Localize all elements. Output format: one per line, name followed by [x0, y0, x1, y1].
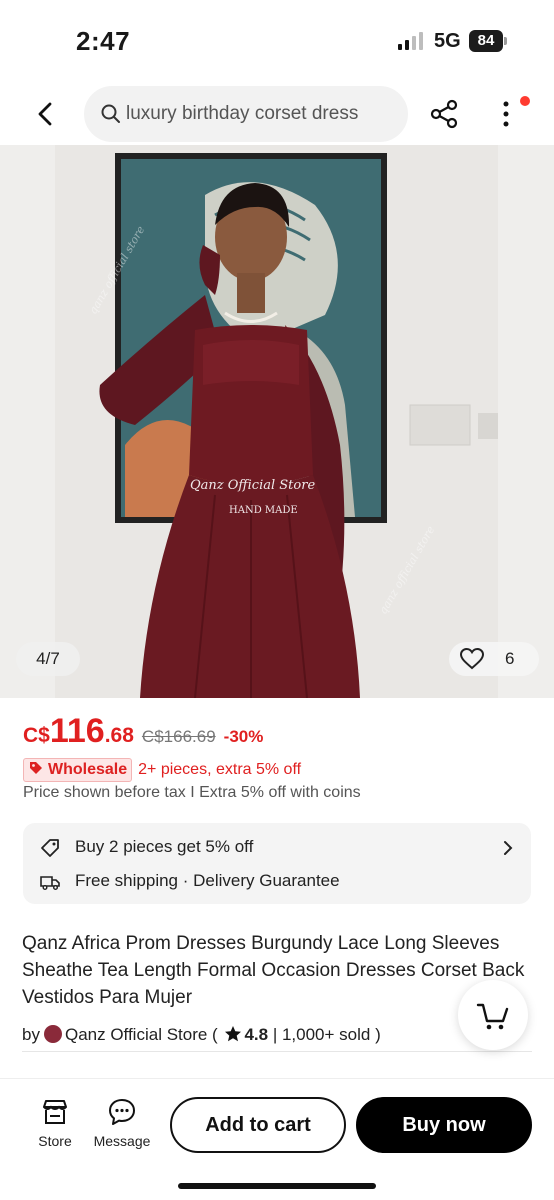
- wholesale-badge: Wholesale: [23, 758, 133, 782]
- original-price: C$166.69: [141, 727, 216, 746]
- rating-value: 4.8: [244, 1025, 269, 1044]
- store-icon: [43, 1100, 67, 1124]
- image-counter: 4/7: [16, 642, 80, 676]
- search-icon: [101, 104, 120, 123]
- tax-note: Price shown before tax I Extra 5% off wi…: [23, 784, 361, 801]
- signal-icon: [398, 32, 423, 50]
- star-icon: [225, 1026, 242, 1042]
- product-photo[interactable]: Qanz Official Store HAND MADE qanz offic…: [55, 145, 498, 698]
- product-gallery[interactable]: Qanz Official Store HAND MADE qanz offic…: [0, 145, 554, 698]
- message-tab[interactable]: Message: [92, 1097, 152, 1153]
- promo-offer-text: Buy 2 pieces get 5% off: [75, 837, 254, 856]
- cart-icon: [476, 1003, 509, 1030]
- like-count: 6: [505, 649, 515, 668]
- price-row: C$116.68 C$166.69 -30%: [23, 712, 543, 754]
- more-options-icon[interactable]: [494, 96, 518, 132]
- network-type: 5G: [434, 30, 461, 52]
- watermark-store: Qanz Official Store: [190, 478, 315, 493]
- sold-count: | 1,000+ sold ): [272, 1025, 381, 1044]
- store-tab-label: Store: [38, 1133, 72, 1149]
- tag-icon: [41, 839, 59, 857]
- store-name[interactable]: Qanz Official Store (: [65, 1025, 218, 1044]
- wholesale-row[interactable]: Wholesale 2+ pieces, extra 5% off: [23, 758, 543, 782]
- discount-badge: -30%: [223, 727, 264, 746]
- back-arrow-icon[interactable]: [30, 98, 62, 130]
- shipping-text: Free shipping · Delivery Guarantee: [75, 871, 340, 890]
- store-tab[interactable]: Store: [30, 1097, 80, 1153]
- shipping-row[interactable]: Free shipping · Delivery Guarantee: [39, 869, 519, 895]
- search-bar[interactable]: luxury birthday corset dress: [84, 86, 408, 142]
- home-indicator: [178, 1183, 376, 1189]
- store-logo-icon: [43, 1025, 62, 1043]
- share-icon[interactable]: [428, 98, 460, 130]
- bottom-action-bar: Store Message Add to cart Buy now: [0, 1078, 554, 1200]
- price-integer: 116: [49, 712, 105, 750]
- message-tab-label: Message: [93, 1133, 151, 1149]
- message-icon: [109, 1099, 135, 1125]
- promo-offer-row[interactable]: Buy 2 pieces get 5% off: [39, 835, 519, 861]
- product-photo-illustration: Qanz Official Store HAND MADE qanz offic…: [55, 145, 498, 698]
- floating-cart-button[interactable]: [458, 980, 528, 1050]
- add-to-cart-button[interactable]: Add to cart: [170, 1097, 346, 1153]
- battery-level: 84: [469, 30, 503, 52]
- status-time: 2:47: [76, 26, 131, 56]
- top-nav: luxury birthday corset dress: [0, 84, 554, 144]
- price-decimal: .68: [104, 724, 134, 747]
- tag-icon: [30, 762, 42, 774]
- promo-card[interactable]: Buy 2 pieces get 5% off Free shipping · …: [23, 823, 531, 904]
- truck-icon: [40, 876, 60, 890]
- wishlist-button[interactable]: 6: [449, 642, 539, 676]
- by-label: by: [22, 1025, 40, 1044]
- chevron-right-icon: [504, 841, 513, 855]
- price-currency: C$: [23, 724, 50, 747]
- status-bar: 2:47 5G 84: [0, 0, 554, 80]
- wholesale-badge-label: Wholesale: [48, 761, 128, 778]
- store-row[interactable]: by Qanz Official Store ( 4.8 | 1,000+ sol…: [22, 1024, 381, 1046]
- heart-icon: [459, 647, 485, 670]
- wholesale-text: 2+ pieces, extra 5% off: [138, 761, 302, 778]
- battery-icon: 84: [469, 30, 507, 52]
- watermark-tag: HAND MADE: [229, 505, 298, 516]
- battery-cap: [504, 37, 507, 45]
- buy-now-button[interactable]: Buy now: [356, 1097, 532, 1153]
- search-query: luxury birthday corset dress: [126, 103, 359, 124]
- notification-dot: [520, 96, 530, 106]
- divider: [22, 1051, 532, 1052]
